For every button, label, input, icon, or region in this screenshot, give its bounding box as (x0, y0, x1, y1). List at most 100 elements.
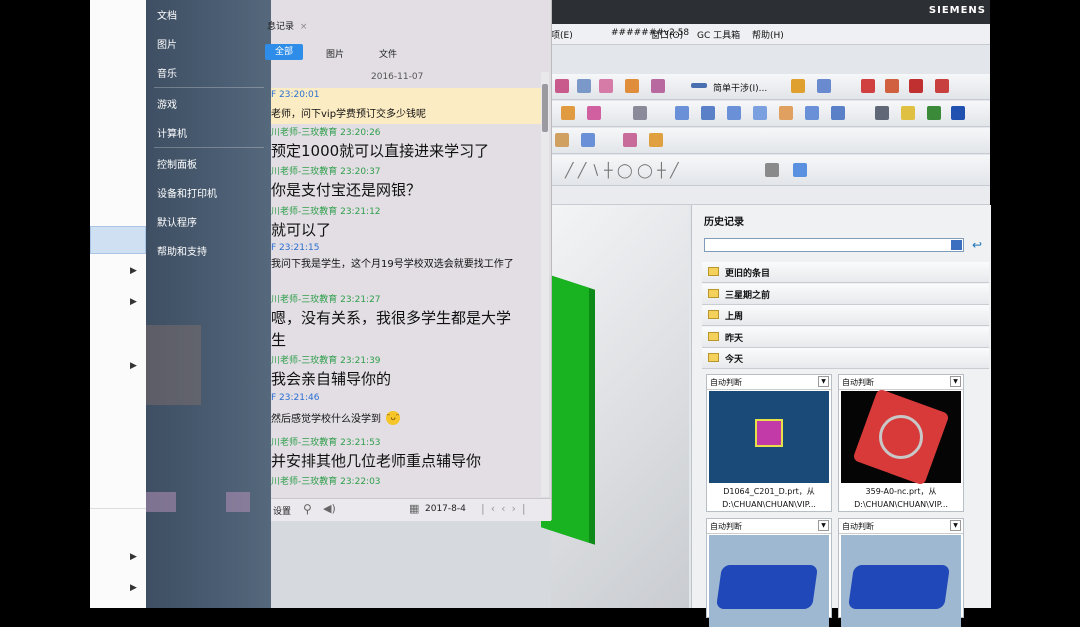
view-icon[interactable] (649, 133, 663, 147)
message-sender: 川老师-三玫教育 23:20:37 (271, 167, 381, 177)
filter-files-button[interactable]: 文件 (379, 47, 397, 60)
toolbar-strip (551, 186, 990, 205)
menu-item[interactable]: 项(E) (551, 28, 573, 41)
feature-icon[interactable] (625, 79, 639, 93)
list-icon[interactable] (875, 106, 889, 120)
selected-nav-item[interactable] (90, 226, 146, 254)
feature-icon[interactable] (577, 79, 591, 93)
chat-scrollbar[interactable] (541, 72, 549, 497)
surface-icon[interactable] (779, 106, 793, 120)
pagination-icon[interactable]: |‹‹›| (481, 502, 532, 515)
toolbar-row-2 (551, 101, 990, 127)
feature-icon[interactable] (599, 79, 613, 93)
filter-all-button[interactable]: 全部 (265, 44, 303, 60)
message-text: 嗯，没有关系，我很多学生都是大学生 (271, 309, 512, 349)
message-sender: 川老师-三玫教育 23:21:53 (271, 438, 381, 448)
expand-arrow-icon[interactable]: ▶ (130, 552, 137, 562)
info-icon[interactable] (901, 106, 915, 120)
start-item-computer[interactable]: 计算机 (157, 125, 187, 140)
measure-icon[interactable] (791, 79, 805, 93)
chat-tab[interactable]: 息记录 × (267, 19, 319, 37)
start-item-help-support[interactable]: 帮助和支持 (157, 243, 207, 258)
settings-button[interactable]: 设置 (273, 504, 291, 517)
box-icon[interactable] (561, 106, 575, 120)
calendar-icon[interactable]: ▦ (409, 502, 419, 515)
history-group[interactable]: 今天 (702, 348, 989, 369)
filter-images-button[interactable]: 图片 (326, 47, 344, 60)
history-group[interactable]: 昨天 (702, 327, 989, 348)
cube-icon[interactable] (793, 163, 807, 177)
part-preview-shape (755, 419, 783, 447)
expand-arrow-icon[interactable]: ▶ (130, 297, 137, 307)
analysis-icon[interactable] (817, 79, 831, 93)
surface-icon[interactable] (831, 106, 845, 120)
sketch-icon[interactable] (555, 133, 569, 147)
solid-icon[interactable] (765, 163, 779, 177)
start-item-documents[interactable]: 文档 (157, 7, 177, 22)
chevron-down-icon[interactable]: ▼ (818, 376, 829, 387)
card-label: 自动判断 (710, 378, 742, 387)
start-item-default-programs[interactable]: 默认程序 (157, 214, 197, 229)
divider (154, 87, 264, 88)
start-item-games[interactable]: 游戏 (157, 96, 177, 111)
surface-icon[interactable] (805, 106, 819, 120)
menu-item[interactable]: 窗口(O) (651, 28, 683, 41)
close-icon[interactable]: × (300, 22, 308, 32)
curve-icon[interactable] (909, 79, 923, 93)
pc-icon[interactable] (951, 106, 965, 120)
part-thumbnail (709, 391, 829, 483)
chevron-down-icon[interactable]: ▼ (950, 376, 961, 387)
history-group[interactable]: 更旧的条目 (702, 262, 989, 283)
box-icon[interactable] (587, 106, 601, 120)
chevron-down-icon[interactable]: ▼ (818, 520, 829, 531)
start-item-devices-printers[interactable]: 设备和打印机 (157, 185, 217, 200)
start-item-control-panel[interactable]: 控制面板 (157, 156, 197, 171)
history-group[interactable]: 上周 (702, 305, 989, 326)
line-icon[interactable]: ╱ ╱ ∖ ┼ ◯ ◯ ┼ ╱ (565, 163, 679, 179)
chevron-down-icon[interactable] (951, 240, 962, 250)
surface-icon[interactable] (753, 106, 767, 120)
move-icon[interactable] (633, 106, 647, 120)
curve-icon[interactable] (861, 79, 875, 93)
tool-icon[interactable] (927, 106, 941, 120)
chat-message: F 23:21:15 我问下我是学生，这个月19号学校双选会就要找工作了 (271, 243, 539, 272)
view-icon[interactable] (623, 133, 637, 147)
history-card[interactable]: 自动判断 ▼ (706, 518, 832, 627)
scrollbar-thumb[interactable] (542, 84, 548, 132)
start-item-pictures[interactable]: 图片 (157, 36, 177, 51)
curve-icon[interactable] (935, 79, 949, 93)
feature-icon[interactable] (651, 79, 665, 93)
message-sender: 川老师-三玫教育 23:20:26 (271, 128, 381, 138)
history-group[interactable]: 三星期之前 (702, 284, 989, 305)
start-item-music[interactable]: 音乐 (157, 65, 177, 80)
history-card[interactable]: 自动判断 ▼ (838, 518, 964, 627)
message-sender: F 23:21:15 (271, 243, 320, 253)
card-header: 自动判断 ▼ (707, 375, 831, 390)
curve-icon[interactable] (885, 79, 899, 93)
search-icon[interactable]: ⚲ (303, 502, 312, 516)
surface-icon[interactable] (675, 106, 689, 120)
surface-icon[interactable] (727, 106, 741, 120)
card-label: 自动判断 (710, 522, 742, 531)
sketch-icon[interactable] (581, 133, 595, 147)
expand-arrow-icon[interactable]: ▶ (130, 266, 137, 276)
menu-item[interactable]: GC 工具箱 (697, 28, 740, 41)
message-text: 我问下我是学生，这个月19号学校双选会就要找工作了 (271, 259, 514, 270)
volume-icon[interactable]: ◀) (323, 502, 336, 515)
expand-arrow-icon[interactable]: ▶ (130, 583, 137, 593)
toolbar-label[interactable]: 简单干涉(I)... (713, 81, 767, 94)
message-text: 你是支付宝还是网银？ (271, 181, 422, 199)
history-filter-combo[interactable] (704, 238, 964, 252)
message-text: 我会亲自辅导你的 (271, 370, 392, 388)
folder-icon (708, 267, 719, 276)
feature-icon[interactable] (555, 79, 569, 93)
message-sender: F 23:21:46 (271, 393, 320, 403)
surface-icon[interactable] (701, 106, 715, 120)
expand-arrow-icon[interactable]: ▶ (130, 361, 137, 371)
chevron-down-icon[interactable]: ▼ (950, 520, 961, 531)
divider (90, 508, 146, 509)
back-arrow-icon[interactable]: ↩ (972, 238, 982, 252)
menu-item[interactable]: 帮助(H) (752, 28, 784, 41)
interference-icon[interactable] (691, 83, 707, 88)
card-label: 自动判断 (842, 378, 874, 387)
